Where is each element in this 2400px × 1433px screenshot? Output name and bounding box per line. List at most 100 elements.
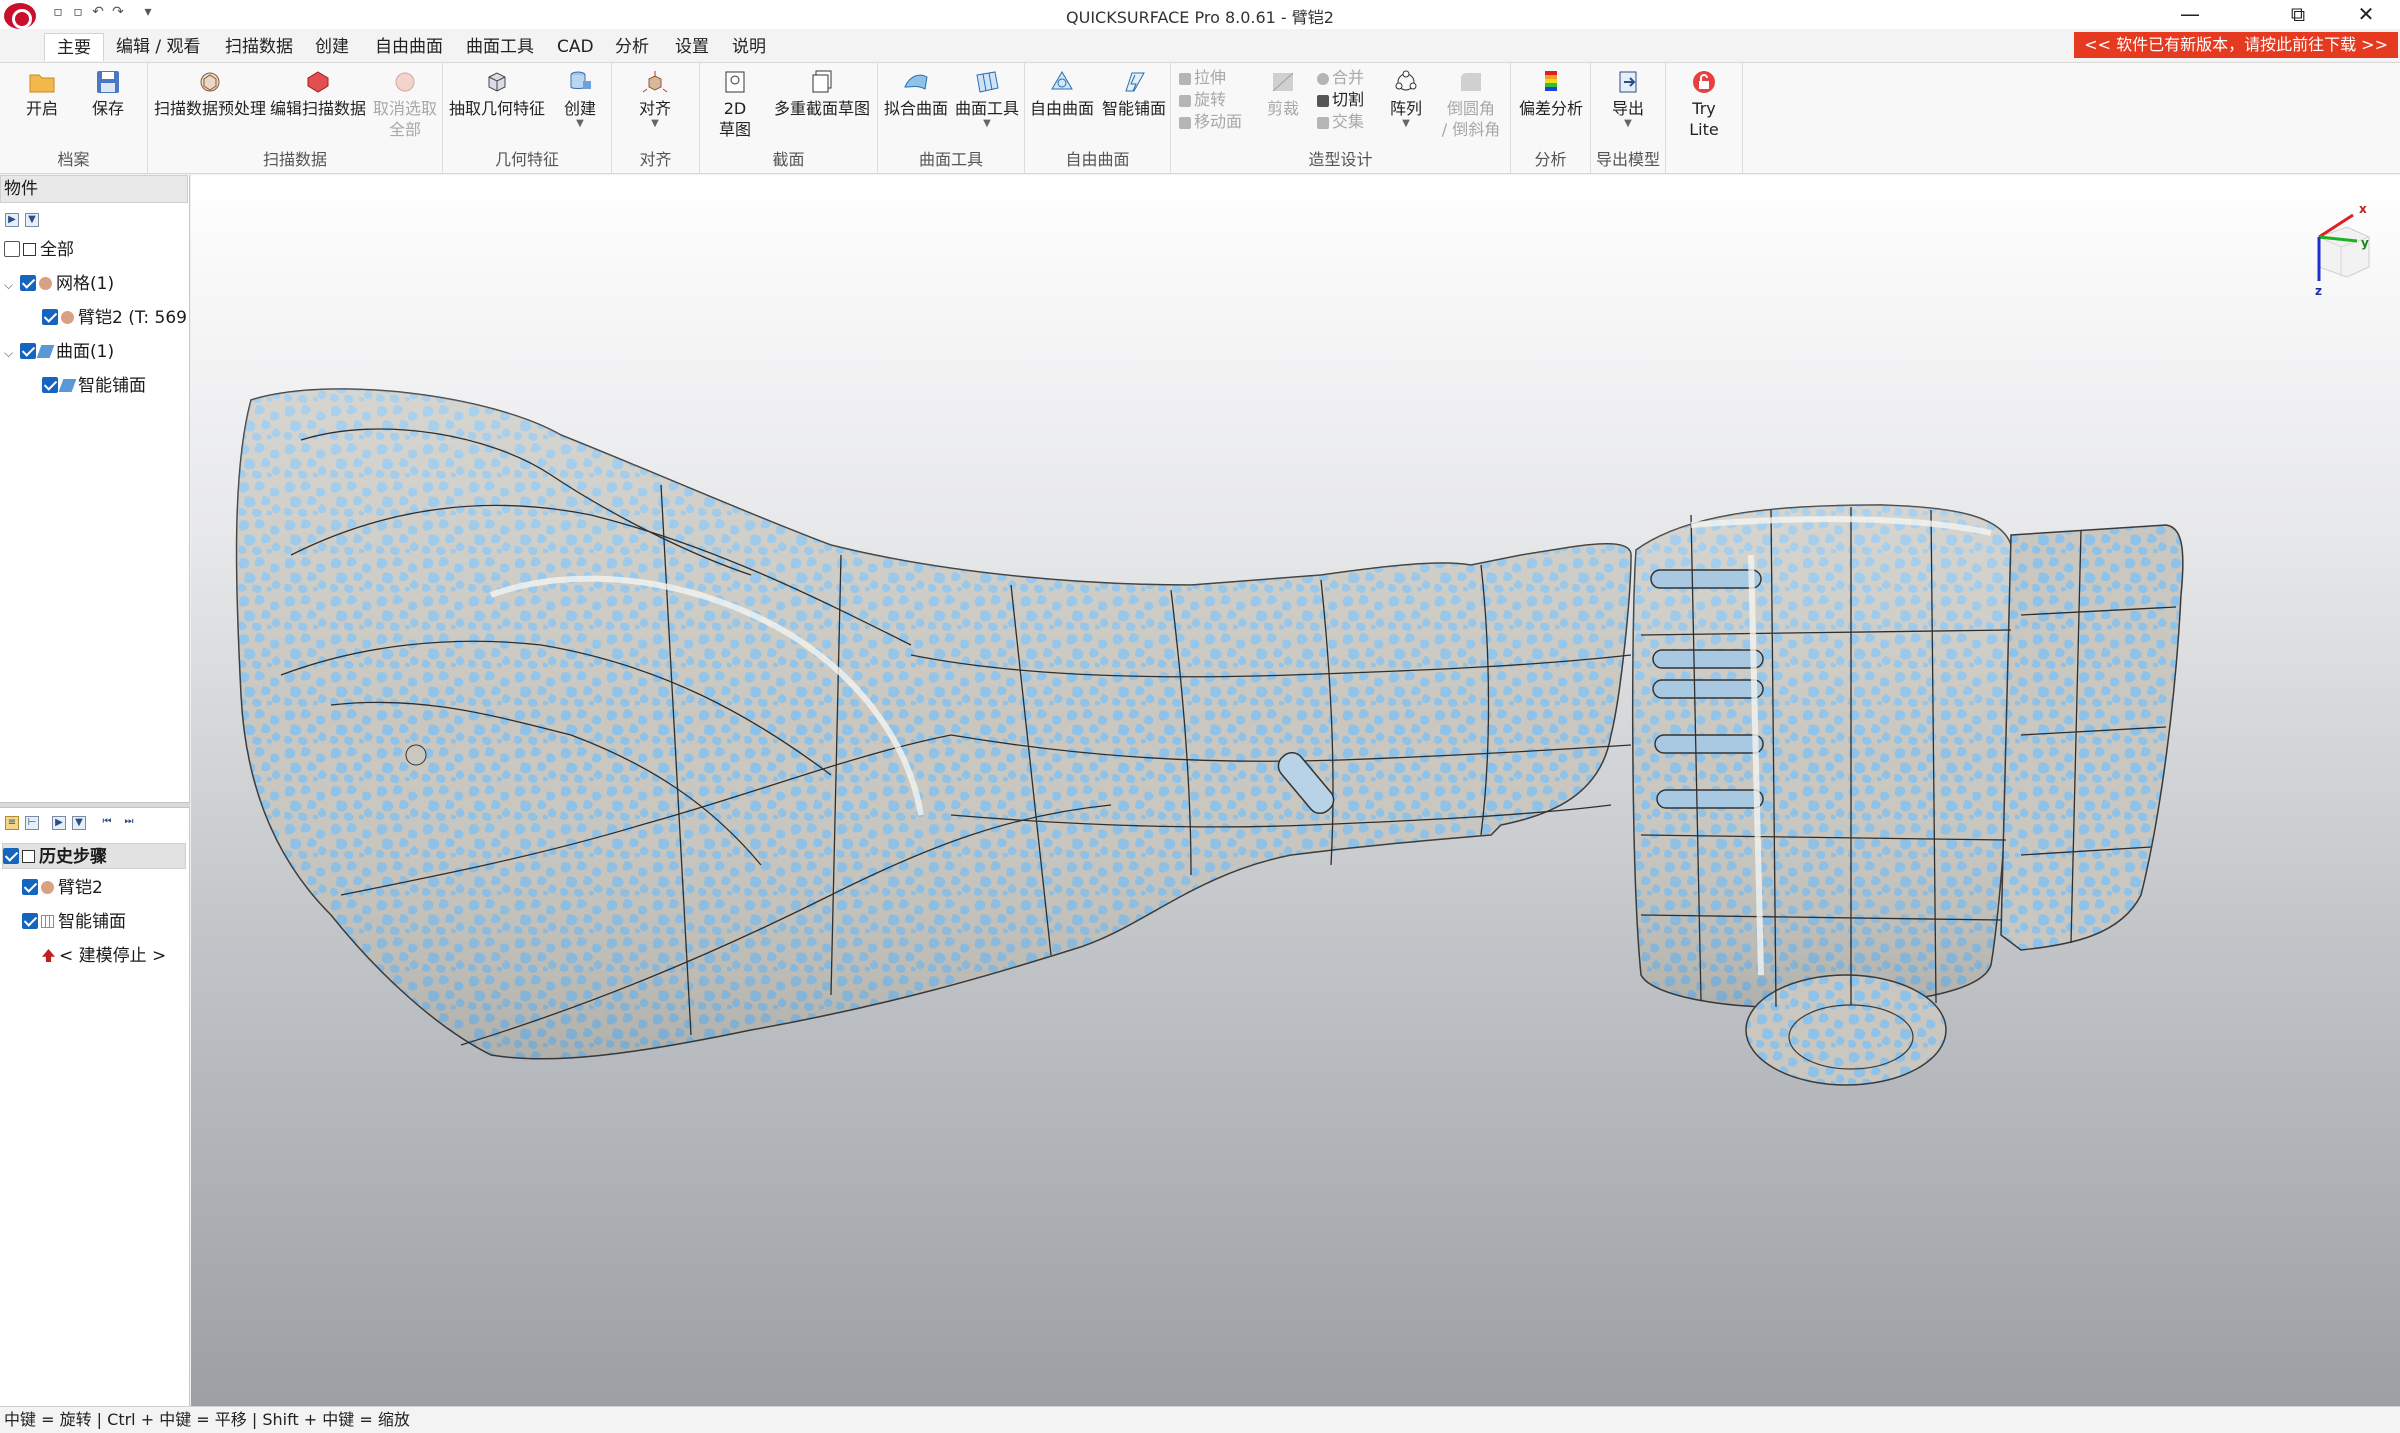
edit-scan-label: 编辑扫描数据 bbox=[269, 99, 366, 118]
history-filter-icon[interactable]: ▼ bbox=[72, 816, 86, 830]
history-header[interactable]: 历史步骤 bbox=[2, 843, 186, 869]
history-list-icon[interactable]: ≡ bbox=[5, 816, 19, 830]
tree-item-all[interactable]: 全部 bbox=[4, 237, 74, 263]
fillet-chamfer-button[interactable]: 倒圆角 / 倒斜角 bbox=[1435, 69, 1507, 140]
axis-triad[interactable]: x y z bbox=[2277, 197, 2397, 297]
extract-features-button[interactable]: 抽取几何特征 bbox=[447, 69, 547, 119]
ribbon-group-geometry: 抽取几何特征 创建 ▼ 几何特征 bbox=[443, 63, 612, 174]
create-dropdown-button[interactable]: 创建 ▼ bbox=[555, 69, 605, 129]
history-stop-marker[interactable]: < 建模停止 > bbox=[42, 943, 166, 969]
title-bar: ▫ ▫ ↶ ↷ ▾ QUICKSURFACE Pro 8.0.61 - 臂铠2 … bbox=[0, 0, 2400, 29]
tab-settings[interactable]: 设置 bbox=[663, 33, 721, 61]
objects-panel-header: 物件 bbox=[0, 175, 188, 203]
history-mesh-checkbox[interactable] bbox=[22, 879, 38, 895]
list-icon bbox=[22, 850, 35, 863]
tab-analysis[interactable]: 分析 bbox=[603, 33, 661, 61]
tab-surface-tools[interactable]: 曲面工具 bbox=[454, 33, 546, 61]
save-button[interactable]: 保存 bbox=[78, 69, 138, 119]
try-lite-button[interactable]: Try Lite bbox=[1678, 69, 1730, 140]
restore-button[interactable]: ⧉ bbox=[2268, 0, 2328, 29]
history-tree-icon[interactable]: ⊢ bbox=[25, 816, 39, 830]
trim-icon bbox=[1272, 72, 1294, 92]
tree-item-mesh-group[interactable]: ⌵ 网格(1) bbox=[4, 271, 114, 297]
surface-group-checkbox[interactable] bbox=[20, 343, 36, 359]
pattern-label: 阵列 bbox=[1389, 99, 1422, 118]
cylinder-icon bbox=[570, 71, 591, 89]
open-button[interactable]: 开启 bbox=[12, 69, 72, 119]
collapse-icon[interactable]: ⌵ bbox=[4, 272, 16, 298]
tab-create[interactable]: 创建 bbox=[303, 33, 361, 61]
y-axis-label: y bbox=[2361, 236, 2369, 250]
tab-help[interactable]: 说明 bbox=[720, 33, 778, 61]
chevron-down-icon: ▼ bbox=[1624, 118, 1632, 129]
window-title: QUICKSURFACE Pro 8.0.61 - 臂铠2 bbox=[1066, 8, 1334, 27]
skip-to-end-icon[interactable]: ⏭ bbox=[122, 816, 136, 830]
smart-surface-button[interactable]: 智能铺面 bbox=[1099, 69, 1169, 119]
folder-icon bbox=[29, 74, 55, 93]
armor-back-plate[interactable] bbox=[2000, 524, 2184, 951]
freeform-icon bbox=[1051, 71, 1073, 90]
close-button[interactable]: ✕ bbox=[2336, 0, 2396, 29]
history-smart-surface-checkbox[interactable] bbox=[22, 913, 38, 929]
expand-all-icon[interactable]: ▶ bbox=[5, 213, 19, 227]
deselect-all-button[interactable]: 取消选取 全部 bbox=[370, 69, 440, 140]
align-dropdown-button[interactable]: 对齐 ▼ bbox=[630, 69, 680, 129]
tab-edit-view[interactable]: 编辑 / 观看 bbox=[104, 33, 213, 61]
export-dropdown-button[interactable]: 导出 ▼ bbox=[1603, 69, 1653, 129]
group-label-surface-tools: 曲面工具 bbox=[918, 150, 983, 169]
export-icon bbox=[1619, 71, 1637, 93]
scanned-armor-model[interactable] bbox=[191, 175, 2400, 1406]
ribbon-group-section: 2D 草图 多重截面草图 截面 bbox=[700, 63, 878, 174]
tab-scan-data[interactable]: 扫描数据 bbox=[213, 33, 305, 61]
smart-surface-checkbox[interactable] bbox=[42, 377, 58, 393]
pattern-dropdown-button[interactable]: 阵列 ▼ bbox=[1383, 69, 1429, 129]
mesh-item-checkbox[interactable] bbox=[42, 309, 58, 325]
history-item-mesh[interactable]: 臂铠2 bbox=[22, 875, 103, 901]
tab-freeform[interactable]: 自由曲面 bbox=[363, 33, 455, 61]
cut-button[interactable]: 切割 bbox=[1317, 89, 1364, 111]
collapse-icon[interactable]: ⌵ bbox=[4, 340, 16, 366]
trim-button[interactable]: 剪裁 bbox=[1263, 69, 1303, 119]
fit-surface-button[interactable]: 拟合曲面 bbox=[882, 69, 950, 119]
intersect-label: 交集 bbox=[1332, 112, 1365, 131]
ribbon-group-scan: 扫描数据预处理 编辑扫描数据 取消选取 全部 扫描数据 bbox=[148, 63, 443, 174]
history-checkbox[interactable] bbox=[3, 848, 19, 864]
tree-item-mesh[interactable]: 臂铠2 (T: 569 bbox=[42, 305, 187, 331]
sketch-2d-button[interactable]: 2D 草图 bbox=[710, 69, 760, 140]
tree-item-smart-surface[interactable]: 智能铺面 bbox=[42, 373, 146, 399]
chevron-down-icon: ▼ bbox=[1402, 118, 1410, 129]
3d-viewport[interactable]: x y z bbox=[191, 175, 2400, 1406]
panel-splitter[interactable] bbox=[0, 802, 190, 808]
tab-cad[interactable]: CAD bbox=[545, 33, 606, 61]
update-banner-link[interactable]: << 软件已有新版本，请按此前往下载 >> bbox=[2074, 32, 2398, 58]
extrude-label: 拉伸 bbox=[1194, 68, 1227, 87]
union-button[interactable]: 合并 bbox=[1317, 67, 1364, 89]
multi-section-icon bbox=[812, 70, 832, 93]
ribbon-group-align: 对齐 ▼ 对齐 bbox=[612, 63, 700, 174]
tab-main[interactable]: 主要 bbox=[44, 33, 104, 61]
revolve-icon bbox=[1179, 94, 1191, 107]
all-checkbox[interactable] bbox=[4, 241, 20, 257]
edit-scan-button[interactable]: 编辑扫描数据 bbox=[268, 69, 368, 119]
extrude-button[interactable]: 拉伸 bbox=[1179, 67, 1226, 89]
intersect-button[interactable]: 交集 bbox=[1317, 111, 1364, 133]
surface-tools-dropdown-button[interactable]: 曲面工具 ▼ bbox=[952, 69, 1022, 129]
filter-icon[interactable]: ▼ bbox=[25, 213, 39, 227]
deviation-analysis-button[interactable]: 偏差分析 bbox=[1517, 69, 1585, 119]
tree-item-surface-group[interactable]: ⌵ 曲面(1) bbox=[4, 339, 114, 365]
history-stop-label: < 建模停止 > bbox=[59, 946, 167, 966]
scan-preprocess-button[interactable]: 扫描数据预处理 bbox=[154, 69, 266, 119]
surface-icon bbox=[36, 345, 55, 358]
move-face-button[interactable]: 移动面 bbox=[1179, 111, 1242, 133]
skip-to-start-icon[interactable]: ⏮ bbox=[100, 816, 114, 830]
history-play-icon[interactable]: ▶ bbox=[52, 816, 66, 830]
surface-tools-label: 曲面工具 bbox=[954, 99, 1019, 118]
revolve-button[interactable]: 旋转 bbox=[1179, 89, 1226, 111]
history-item-smart-surface[interactable]: 智能铺面 bbox=[22, 909, 126, 935]
mesh-group-checkbox[interactable] bbox=[20, 275, 36, 291]
minimize-button[interactable]: — bbox=[2160, 0, 2220, 29]
smart-surface-label: 智能铺面 bbox=[1101, 99, 1166, 118]
freeform-surface-button[interactable]: 自由曲面 bbox=[1027, 69, 1097, 119]
group-label-file: 档案 bbox=[57, 150, 90, 169]
multi-section-sketch-button[interactable]: 多重截面草图 bbox=[770, 69, 874, 119]
